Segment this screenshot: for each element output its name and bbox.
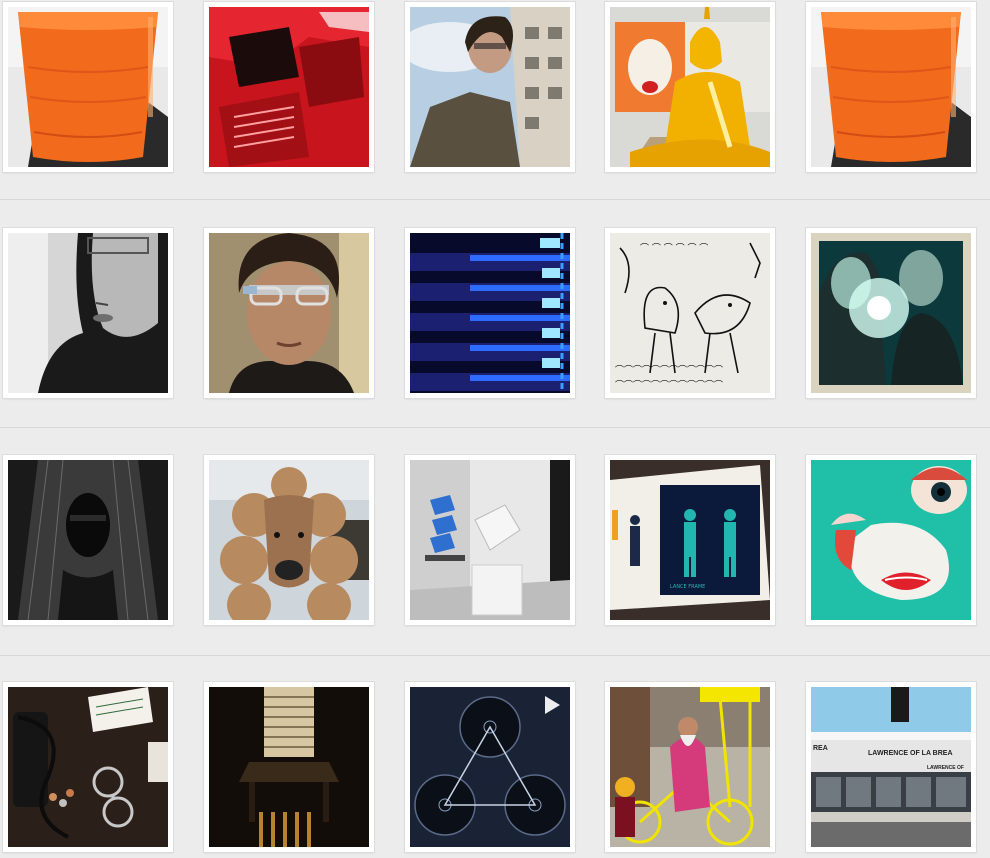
svg-text:⌒⌒⌒⌒⌒⌒⌒⌒⌒⌒⌒⌒: ⌒⌒⌒⌒⌒⌒⌒⌒⌒⌒⌒⌒ [615, 365, 723, 376]
svg-text:⌒ ⌒ ⌒ ⌒ ⌒ ⌒: ⌒ ⌒ ⌒ ⌒ ⌒ ⌒ [640, 243, 708, 254]
photo-gallery-sculptures [410, 460, 570, 620]
photo-tile[interactable] [806, 228, 976, 398]
row-divider [0, 427, 990, 428]
photo-bw-portrait [8, 233, 168, 393]
photo-poodle-sculpture [209, 460, 369, 620]
photo-tile[interactable]: LANCE FRAME [605, 455, 775, 625]
photo-golden-buddha [610, 7, 770, 167]
photo-tile[interactable] [204, 455, 374, 625]
photo-tile[interactable] [605, 2, 775, 172]
photo-tile[interactable] [605, 682, 775, 852]
photo-tile[interactable] [405, 682, 575, 852]
photo-tile[interactable] [204, 2, 374, 172]
photo-egg-eye-lips [811, 460, 971, 620]
photo-tile[interactable]: LAWRENCE OF LA BREA REA LAWRENCE OF [806, 682, 976, 852]
photo-hair-sculpture [8, 460, 168, 620]
photo-grid: ⌒ ⌒ ⌒ ⌒ ⌒ ⌒ ⌒⌒⌒⌒⌒⌒⌒⌒⌒⌒⌒⌒ ⌒⌒⌒⌒⌒⌒⌒⌒⌒⌒⌒⌒ LA… [0, 0, 990, 858]
row-divider [0, 655, 990, 656]
photo-selfie-glasses [209, 233, 369, 393]
photo-tile[interactable] [3, 682, 173, 852]
photo-bird-drawings: ⌒ ⌒ ⌒ ⌒ ⌒ ⌒ ⌒⌒⌒⌒⌒⌒⌒⌒⌒⌒⌒⌒ ⌒⌒⌒⌒⌒⌒⌒⌒⌒⌒⌒⌒ [610, 233, 770, 393]
photo-tile[interactable] [405, 2, 575, 172]
play-icon[interactable] [545, 696, 560, 714]
photo-red-building [209, 7, 369, 167]
photo-tile[interactable] [806, 2, 976, 172]
photo-tile[interactable] [806, 455, 976, 625]
store-sign-left: REA [813, 745, 828, 752]
photo-tile[interactable] [204, 228, 374, 398]
row-divider [0, 199, 990, 200]
photo-tile[interactable] [3, 2, 173, 172]
photo-blue-keys [410, 233, 570, 393]
store-sign-right: LAWRENCE OF [927, 765, 964, 771]
poster-caption: LANCE FRAME [670, 584, 705, 590]
svg-text:⌒⌒⌒⌒⌒⌒⌒⌒⌒⌒⌒⌒: ⌒⌒⌒⌒⌒⌒⌒⌒⌒⌒⌒⌒ [615, 380, 723, 391]
photo-parade-bicycle [610, 687, 770, 847]
photo-teal-print: LANCE FRAME [610, 460, 770, 620]
photo-low-angle-selfie [410, 7, 570, 167]
photo-tile[interactable] [3, 455, 173, 625]
photo-tile[interactable] [3, 228, 173, 398]
photo-tile[interactable] [405, 455, 575, 625]
photo-tile[interactable] [204, 682, 374, 852]
photo-three-circles-video [410, 687, 570, 847]
photo-tile[interactable]: ⌒ ⌒ ⌒ ⌒ ⌒ ⌒ ⌒⌒⌒⌒⌒⌒⌒⌒⌒⌒⌒⌒ ⌒⌒⌒⌒⌒⌒⌒⌒⌒⌒⌒⌒ [605, 228, 775, 398]
photo-carrot-juice [8, 7, 168, 167]
photo-tile[interactable] [405, 228, 575, 398]
store-sign-main: LAWRENCE OF LA BREA [868, 750, 953, 757]
photo-desk-items [8, 687, 168, 847]
photo-dark-room [209, 687, 369, 847]
photo-carrot-juice [811, 7, 971, 167]
photo-two-men-flare [811, 233, 971, 393]
photo-storefront: LAWRENCE OF LA BREA REA LAWRENCE OF [811, 687, 971, 847]
